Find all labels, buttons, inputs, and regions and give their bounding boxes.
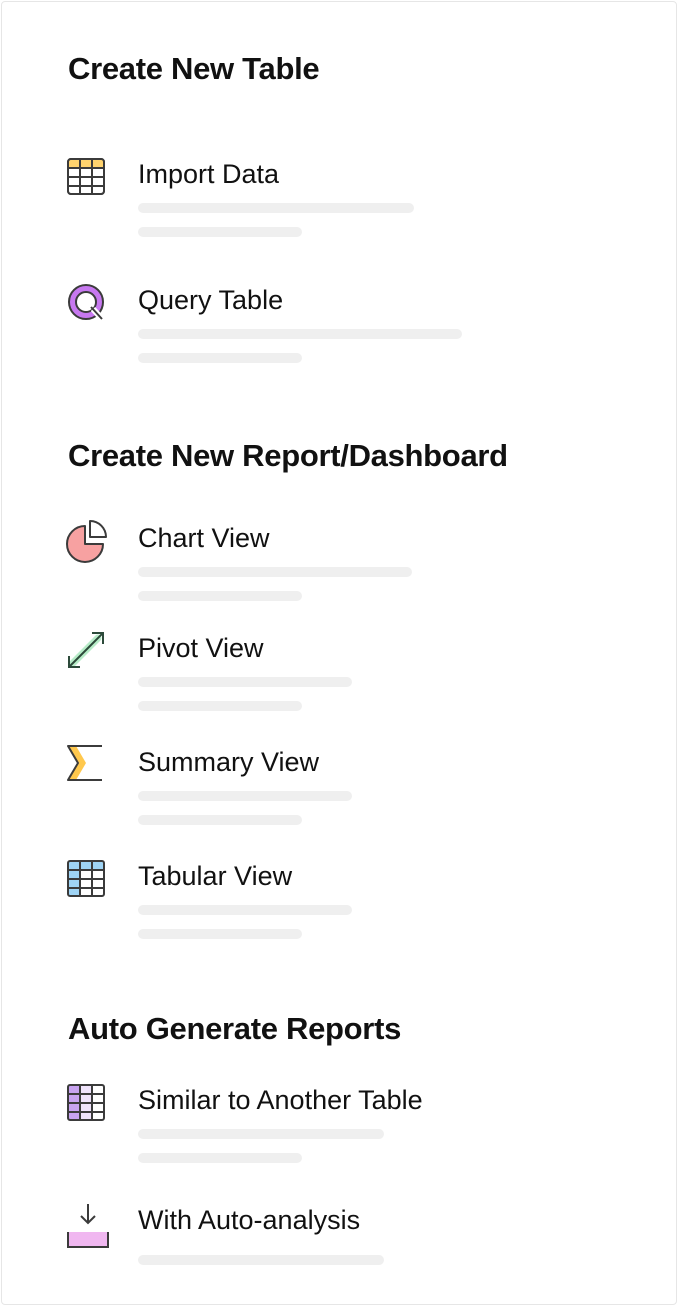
- menu-item-label: Similar to Another Table: [138, 1085, 423, 1115]
- description-placeholder-line: [138, 1255, 384, 1265]
- section-title-auto-generate-reports: Auto Generate Reports: [68, 1011, 402, 1046]
- similar-table-icon: [62, 1082, 112, 1132]
- description-placeholder-line: [138, 353, 302, 363]
- menu-item-label: Summary View: [138, 747, 320, 777]
- menu-item-with-auto-analysis[interactable]: With Auto-analysis: [62, 1202, 622, 1302]
- description-placeholder-line: [138, 701, 302, 711]
- auto-analysis-icon: [62, 1202, 112, 1252]
- chart-view-icon: [62, 520, 112, 570]
- menu-item-summary-view[interactable]: Summary View: [62, 744, 622, 844]
- description-placeholder-line: [138, 929, 302, 939]
- description-placeholder-line: [138, 1153, 302, 1163]
- menu-item-label: Query Table: [138, 285, 284, 315]
- query-table-icon: [62, 282, 112, 332]
- menu-item-tabular-view[interactable]: Tabular View: [62, 858, 622, 958]
- menu-item-chart-view[interactable]: Chart View: [62, 520, 622, 620]
- menu-item-label: Chart View: [138, 523, 270, 553]
- menu-item-import-data[interactable]: Import Data: [62, 156, 622, 256]
- description-placeholder-line: [138, 567, 412, 577]
- section-title-create-new-table: Create New Table: [68, 51, 320, 86]
- description-placeholder-line: [138, 203, 414, 213]
- description-placeholder-line: [138, 591, 302, 601]
- menu-item-similar-to-another-table[interactable]: Similar to Another Table: [62, 1082, 622, 1182]
- description-placeholder-line: [138, 329, 462, 339]
- description-placeholder-line: [138, 905, 352, 915]
- tabular-view-icon: [62, 858, 112, 908]
- description-placeholder-line: [138, 791, 352, 801]
- description-placeholder-line: [138, 227, 302, 237]
- section-title-create-new-report: Create New Report/Dashboard: [68, 438, 508, 473]
- menu-item-query-table[interactable]: Query Table: [62, 282, 622, 382]
- import-data-icon: [62, 156, 112, 206]
- menu-item-label: Import Data: [138, 159, 280, 189]
- summary-view-icon: [62, 744, 112, 794]
- create-options-panel: Create New Table Import Data Query Table…: [1, 1, 677, 1305]
- description-placeholder-line: [138, 1129, 384, 1139]
- menu-item-label: Tabular View: [138, 861, 293, 891]
- menu-item-label: With Auto-analysis: [138, 1205, 361, 1235]
- menu-item-pivot-view[interactable]: Pivot View: [62, 630, 622, 730]
- menu-item-label: Pivot View: [138, 633, 264, 663]
- pivot-view-icon: [62, 630, 112, 680]
- description-placeholder-line: [138, 677, 352, 687]
- description-placeholder-line: [138, 815, 302, 825]
